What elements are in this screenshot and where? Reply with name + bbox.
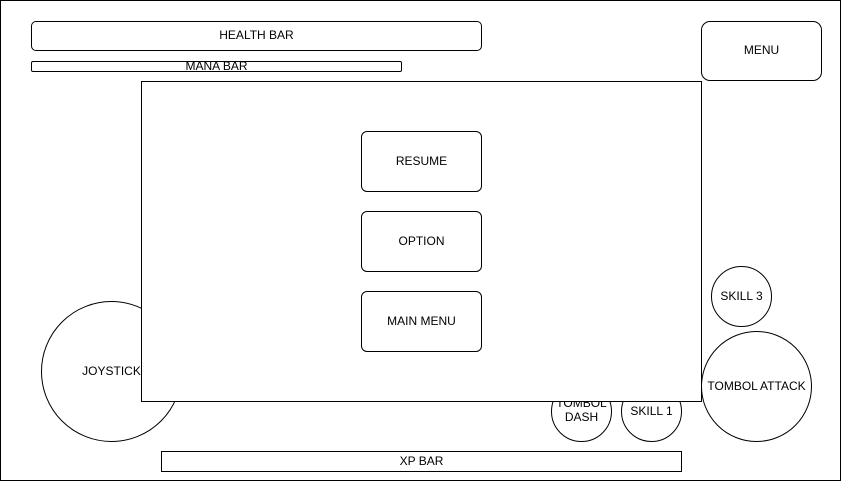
menu-button[interactable]: MENU: [701, 21, 822, 81]
main-menu-button-label: MAIN MENU: [387, 313, 456, 328]
health-bar-label: HEALTH BAR: [219, 28, 294, 43]
joystick-label: JOYSTICK: [82, 363, 141, 378]
skill-1-button-label: SKILL 1: [630, 403, 673, 418]
menu-button-label: MENU: [743, 43, 780, 58]
attack-button[interactable]: TOMBOL ATTACK: [701, 331, 812, 442]
mana-bar: MANA BAR: [31, 58, 402, 73]
attack-button-label: TOMBOL ATTACK: [707, 378, 806, 393]
xp-bar-label: XP BAR: [399, 453, 444, 468]
resume-button[interactable]: RESUME: [361, 131, 482, 192]
skill-3-button[interactable]: SKILL 3: [711, 266, 772, 327]
skill-3-button-label: SKILL 3: [720, 288, 763, 303]
health-bar: HEALTH BAR: [31, 21, 482, 51]
option-button[interactable]: OPTION: [361, 211, 482, 272]
main-menu-button[interactable]: MAIN MENU: [361, 291, 482, 352]
option-button-label: OPTION: [398, 233, 445, 248]
resume-button-label: RESUME: [395, 153, 448, 168]
mana-bar-label: MANA BAR: [185, 58, 248, 73]
xp-bar: XP BAR: [161, 451, 682, 472]
game-screen-wireframe: HEALTH BAR MANA BAR MENU JOYSTICK TOMBOL…: [0, 0, 841, 481]
